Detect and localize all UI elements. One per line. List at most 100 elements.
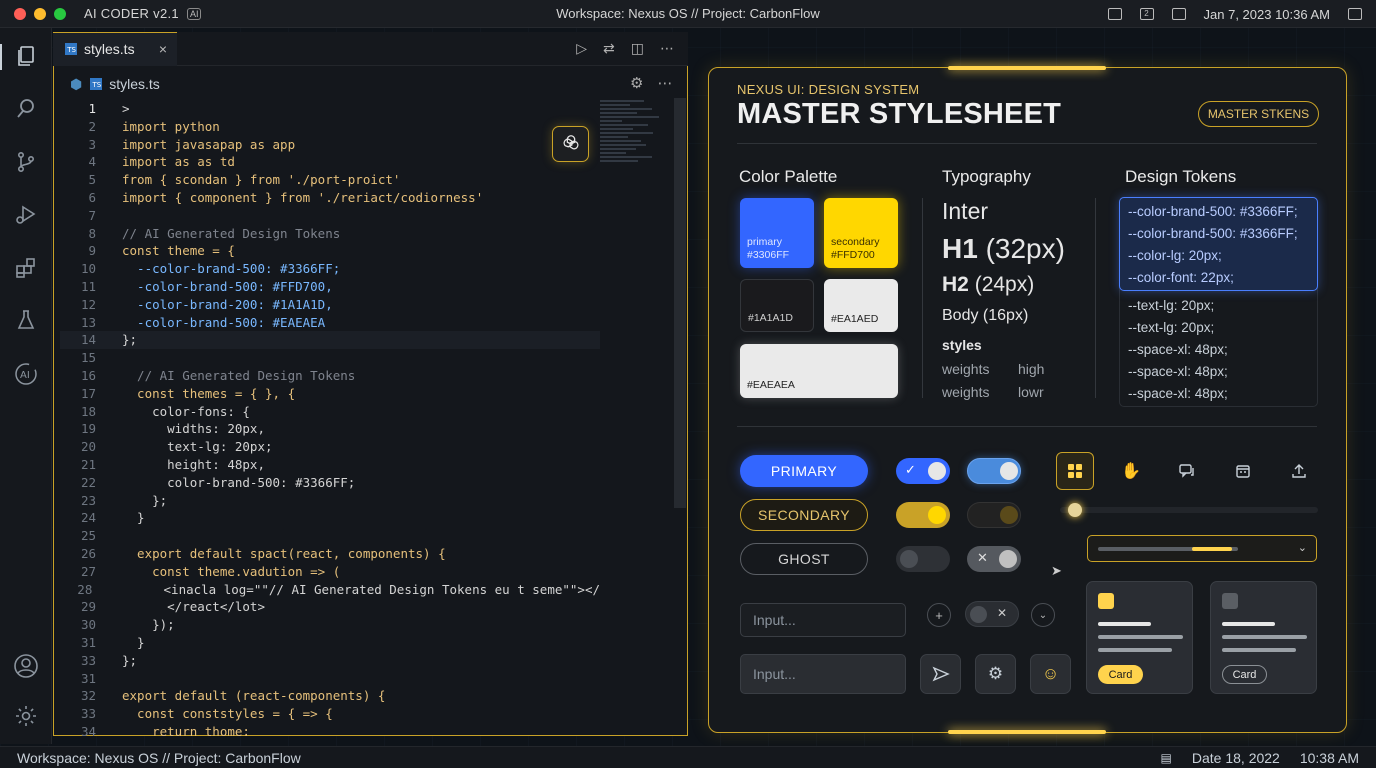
token-row[interactable]: --text-lg: 20px; (1128, 298, 1214, 313)
run-icon[interactable]: ▷ (576, 40, 587, 57)
sidebar-toggle-icon[interactable] (1348, 8, 1362, 20)
upload-icon[interactable] (1280, 452, 1318, 490)
code-line[interactable]: 27 const theme.vadution => ( (60, 563, 600, 581)
toggle-blue-on[interactable] (967, 458, 1021, 484)
master-tokens-badge[interactable]: MASTER STKENS (1198, 101, 1319, 127)
calendar-icon[interactable] (1224, 452, 1262, 490)
toggle-disabled[interactable]: ✕ (967, 546, 1021, 572)
add-icon[interactable]: + (927, 603, 951, 627)
token-row[interactable]: --space-xl: 48px; (1128, 342, 1228, 357)
code-line[interactable]: 23 }; (60, 492, 600, 510)
compare-changes-icon[interactable]: ⇄ (603, 40, 615, 57)
code-line[interactable]: 11 -color-brand-500: #FFD700, (60, 278, 600, 296)
testing-flask-icon[interactable] (12, 306, 40, 334)
code-line[interactable]: 20 text-lg: 20px; (60, 438, 600, 456)
split-editor-icon[interactable]: ◫ (631, 40, 644, 57)
code-line[interactable]: 29 </react</lot> (60, 598, 600, 616)
toggle-gold-on[interactable] (896, 502, 950, 528)
code-line[interactable]: 28 <inacla log=""// AI Generated Design … (60, 581, 600, 599)
card-neutral[interactable]: Card (1210, 581, 1317, 694)
tab-close-icon[interactable]: × (159, 41, 167, 57)
code-line[interactable]: 19 widths: 20px, (60, 420, 600, 438)
code-line[interactable]: 26 export default spact(react, component… (60, 545, 600, 563)
code-line[interactable]: 22 color-brand-500: #3366FF; (60, 474, 600, 492)
settings-gear-icon[interactable] (12, 702, 40, 730)
swatch-light[interactable]: #EA1AED (824, 279, 898, 332)
code-line[interactable]: 31 (60, 670, 600, 688)
checkbox-toggle-on[interactable]: ✓ (896, 458, 950, 484)
code-line[interactable]: 31 } (60, 634, 600, 652)
editor-scrollbar[interactable] (674, 98, 686, 508)
code-line[interactable]: 7 (60, 207, 600, 225)
ghost-button[interactable]: GHOST (740, 543, 868, 575)
code-line[interactable]: 14}; (60, 331, 600, 350)
code-line[interactable]: 18 color-fons: { (60, 403, 600, 421)
search-icon[interactable] (12, 94, 40, 122)
token-row[interactable]: --color-font: 22px; (1128, 270, 1234, 285)
more-actions-icon[interactable]: ⋯ (660, 40, 674, 57)
token-row[interactable]: --text-lg: 20px; (1128, 320, 1214, 335)
chat-icon[interactable] (1168, 452, 1206, 490)
layout-icon[interactable] (1107, 8, 1122, 20)
code-line[interactable]: 17 const themes = { }, { (60, 385, 600, 403)
token-row[interactable]: --color-brand-500: #3366FF; (1128, 226, 1298, 241)
dropdown-select[interactable]: ⌄ (1087, 535, 1317, 562)
tray-badge-icon[interactable]: 2 (1139, 8, 1154, 20)
swatch-primary[interactable]: primary #3306FF (740, 198, 814, 268)
minimize-window-button[interactable] (34, 7, 46, 20)
smiley-icon[interactable]: ☺ (1030, 654, 1071, 694)
code-line[interactable]: 8 // AI Generated Design Tokens (60, 225, 600, 243)
slider-track[interactable] (1060, 507, 1318, 513)
ai-copilot-button[interactable] (552, 126, 589, 162)
files-icon[interactable] (0, 42, 40, 70)
code-line[interactable]: 1 > (60, 100, 600, 118)
maximize-window-button[interactable] (54, 7, 66, 20)
swatch-secondary[interactable]: secondary #FFD700 (824, 198, 898, 268)
code-line[interactable]: 33 const conststyles = { => { (60, 705, 600, 723)
calendar-icon[interactable]: ▤ (1161, 751, 1172, 765)
send-icon[interactable] (920, 654, 961, 694)
token-row[interactable]: --space-xl: 48px; (1128, 364, 1228, 379)
token-row[interactable]: --color-lg: 20px; (1128, 248, 1222, 263)
split-panel-icon[interactable] (1171, 8, 1186, 20)
settings-icon[interactable]: ⚙ (630, 74, 643, 92)
card-chip[interactable]: Card (1222, 665, 1267, 684)
code-line[interactable]: 16 // AI Generated Design Tokens (60, 367, 600, 385)
code-line[interactable]: 24 } (60, 509, 600, 527)
code-line[interactable]: 2 import python (60, 118, 600, 136)
swatch-neutral[interactable]: #EAEAEA (740, 344, 898, 398)
card-gold[interactable]: Card (1086, 581, 1193, 694)
token-row[interactable]: --color-brand-500: #3366FF; (1128, 204, 1298, 219)
code-line[interactable]: 34 return thome; (60, 723, 600, 736)
toggle-clear[interactable]: ✕ (965, 601, 1019, 627)
gear-icon[interactable]: ⚙ (975, 654, 1016, 694)
code-line[interactable]: 21 height: 48px, (60, 456, 600, 474)
code-lines[interactable]: 1 >2 import python 3 import javasapap as app… (60, 100, 600, 736)
hand-pointer-icon[interactable]: ✋ (1112, 452, 1150, 490)
code-line[interactable]: 5 from { scondan } from './port-proict' (60, 171, 600, 189)
run-debug-icon[interactable] (12, 200, 40, 228)
text-input[interactable]: Input... (740, 603, 906, 637)
code-line[interactable]: 12 -color-brand-200: #1A1A1D, (60, 296, 600, 314)
code-line[interactable]: 30 }); (60, 616, 600, 634)
code-line[interactable]: 10 --color-brand-500: #3366FF; (60, 260, 600, 278)
code-line[interactable]: 25 (60, 527, 600, 545)
grid-icon[interactable] (1056, 452, 1094, 490)
code-line[interactable]: 32 export default (react-components) { (60, 687, 600, 705)
account-icon[interactable] (12, 652, 40, 680)
code-line[interactable]: 9 const theme = { (60, 242, 600, 260)
code-line[interactable]: 4 import as as td (60, 153, 600, 171)
toggle-off[interactable] (896, 546, 950, 572)
extensions-icon[interactable] (12, 254, 40, 282)
swatch-dark[interactable]: #1A1A1D (740, 279, 814, 332)
toggle-dark-on[interactable] (967, 502, 1021, 528)
card-chip[interactable]: Card (1098, 665, 1143, 684)
breadcrumb-file[interactable]: styles.ts (109, 76, 160, 92)
tab-styles-ts[interactable]: TS styles.ts × (53, 31, 177, 66)
chevron-down-icon[interactable]: ⌄ (1031, 603, 1055, 627)
token-row[interactable]: --space-xl: 48px; (1128, 386, 1228, 401)
minimap[interactable] (600, 98, 674, 228)
code-line[interactable]: 6 import { component } from './reriact/co… (60, 189, 600, 207)
message-input[interactable]: Input... (740, 654, 906, 694)
close-window-button[interactable] (14, 7, 26, 20)
